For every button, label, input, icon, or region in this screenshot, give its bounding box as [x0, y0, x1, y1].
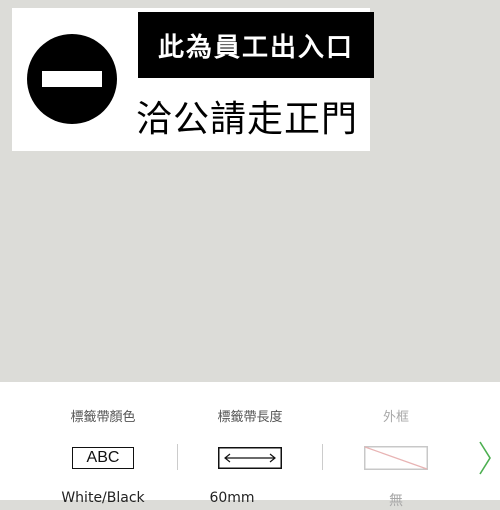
chevron-right-icon[interactable]: [478, 440, 492, 476]
toolbar-divider: [177, 444, 178, 470]
label-preview[interactable]: 此為員工出入口 洽公請走正門: [12, 8, 374, 151]
tape-color-value: White/Black: [61, 490, 145, 506]
editor-canvas: 此為員工出入口 洽公請走正門: [0, 0, 500, 382]
abc-swatch-icon[interactable]: ABC: [72, 447, 134, 469]
double-arrow-icon[interactable]: [218, 447, 282, 469]
tape-length-title: 標籤帶長度: [217, 410, 283, 425]
label-settings-toolbar: 標籤帶顏色 標籤帶長度 外框 ABC White/Black 60mm 無: [0, 382, 500, 509]
label-banner: 此為員工出入口: [138, 12, 374, 78]
frame-title: 外框: [382, 410, 409, 425]
toolbar-divider: [322, 444, 323, 470]
label-sub-text: 洽公請走正門: [135, 99, 358, 140]
no-frame-icon[interactable]: [364, 446, 428, 470]
tape-length-value: 60mm: [209, 490, 255, 506]
tape-color-title: 標籤帶顏色: [70, 410, 136, 425]
no-entry-icon: [27, 34, 117, 124]
frame-value: 無: [389, 493, 403, 509]
abc-swatch-text: ABC: [86, 449, 120, 466]
